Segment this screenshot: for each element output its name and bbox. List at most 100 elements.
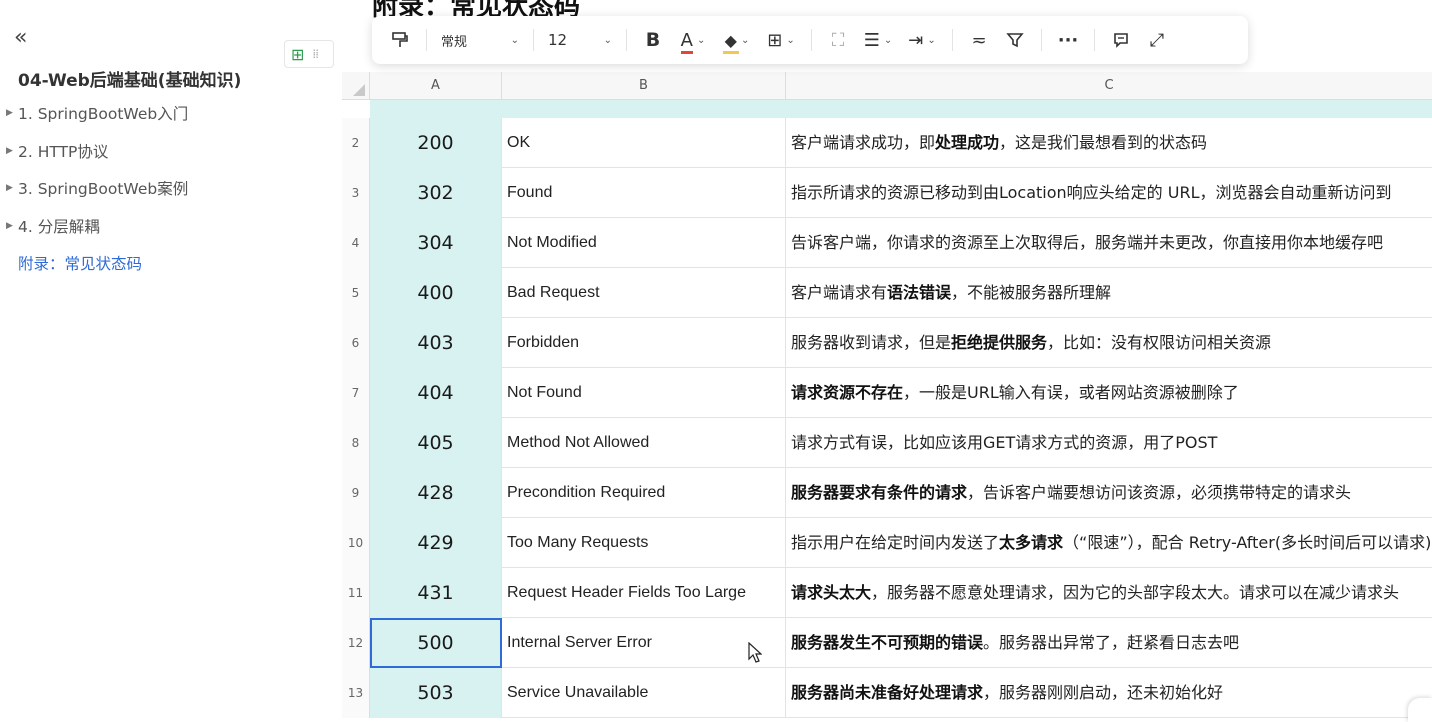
expand-arrow-icon[interactable]: ▶ [6, 146, 18, 156]
bold-icon: B [645, 29, 661, 51]
description-cell[interactable]: 服务器要求有条件的请求，告诉客户端要想访问该资源，必须携带特定的请求头 [786, 468, 1432, 518]
row-number[interactable]: 4 [342, 218, 370, 268]
column-header-b[interactable]: B [502, 72, 786, 100]
outline-item[interactable]: ▶ 2. HTTP协议 [6, 140, 108, 162]
description-cell[interactable]: 客户端请求成功，即处理成功，这是我们最想看到的状态码 [786, 118, 1432, 168]
collapse-sidebar-icon[interactable]: « [14, 26, 38, 50]
reason-phrase-cell[interactable]: Request Header Fields Too Large [502, 568, 786, 618]
table-row: 11 431 Request Header Fields Too Large 请求头太… [342, 568, 1432, 618]
vertical-align-button[interactable]: ⇥ ⌄ [900, 24, 944, 56]
border-button[interactable]: ⊞ ⌄ [759, 24, 803, 56]
reason-phrase-cell[interactable]: Too Many Requests [502, 518, 786, 568]
status-code-cell[interactable]: 503 [370, 668, 502, 718]
merge-cells-button[interactable]: ⛶ [820, 24, 856, 56]
status-code-cell[interactable]: 405 [370, 418, 502, 468]
table-row: 6 403 Forbidden 服务器收到请求，但是拒绝提供服务，比如：没有权限访问相… [342, 318, 1432, 368]
row-number[interactable]: 3 [342, 168, 370, 218]
description-cell[interactable]: 指示用户在给定时间内发送了太多请求（“限速”），配合 Retry-After(多… [786, 518, 1432, 568]
reason-phrase-cell[interactable]: Not Modified [502, 218, 786, 268]
status-code-cell[interactable]: 500 [370, 618, 502, 668]
font-size-select[interactable]: 12 ⌄ [542, 24, 618, 56]
expand-arrow-icon[interactable]: ▶ [6, 221, 18, 231]
wrap-text-button[interactable]: ≂ [961, 24, 997, 56]
description-cell[interactable]: 服务器发生不可预期的错误。服务器出异常了，赶紧看日志去吧 [786, 618, 1432, 668]
table-tool[interactable]: ⊞ ⁞⁞ [284, 40, 334, 68]
reason-phrase-cell[interactable]: Internal Server Error [502, 618, 786, 668]
description-cell[interactable]: 服务器尚未准备好处理请求，服务器刚刚启动，还未初始化好 [786, 668, 1432, 718]
row-number[interactable]: 7 [342, 368, 370, 418]
format-painter-icon[interactable] [382, 24, 418, 56]
reason-phrase-cell[interactable]: OK [502, 118, 786, 168]
row-number[interactable]: 12 [342, 618, 370, 668]
description-cell[interactable]: 告诉客户端，你请求的资源至上次取得后，服务端并未更改，你直接用你本地缓存吧 [786, 218, 1432, 268]
row-number[interactable]: 13 [342, 668, 370, 718]
table-icon[interactable]: ⊞ [291, 45, 304, 64]
description-cell[interactable]: 客户端请求有语法错误，不能被服务器所理解 [786, 268, 1432, 318]
status-code-cell[interactable]: 431 [370, 568, 502, 618]
reason-phrase-cell[interactable]: Service Unavailable [502, 668, 786, 718]
row-number[interactable]: 5 [342, 268, 370, 318]
row-number[interactable]: 6 [342, 318, 370, 368]
border-icon: ⊞ [767, 29, 783, 51]
column-header-c[interactable]: C [786, 72, 1432, 100]
filter-icon [1006, 33, 1024, 48]
status-code-cell[interactable]: 302 [370, 168, 502, 218]
description-cell[interactable]: 服务器收到请求，但是拒绝提供服务，比如：没有权限访问相关资源 [786, 318, 1432, 368]
reason-phrase-cell[interactable]: Forbidden [502, 318, 786, 368]
more-button[interactable]: ··· [1050, 24, 1086, 56]
column-header-a[interactable]: A [370, 72, 502, 100]
expand-arrow-icon[interactable]: ▶ [6, 108, 18, 118]
row-number[interactable]: 11 [342, 568, 370, 618]
reason-phrase-cell[interactable]: Precondition Required [502, 468, 786, 518]
row-number[interactable]: 8 [342, 418, 370, 468]
table-row: 5 400 Bad Request 客户端请求有语法错误，不能被服务器所理解 [342, 268, 1432, 318]
description-cell[interactable]: 请求方式有误，比如应该用GET请求方式的资源，用了POST [786, 418, 1432, 468]
table-row: 8 405 Method Not Allowed 请求方式有误，比如应该用GET请求方… [342, 418, 1432, 468]
font-color-button[interactable]: A ⌄ [671, 24, 715, 56]
fullscreen-icon: ⤢ [1149, 29, 1165, 51]
filter-button[interactable] [997, 24, 1033, 56]
chevron-down-icon: ⌄ [510, 34, 519, 46]
status-code-cell[interactable]: 304 [370, 218, 502, 268]
description-cell[interactable]: 请求头太大，服务器不愿意处理请求，因为它的头部字段太大。请求可以在减少请求头 [786, 568, 1432, 618]
status-code-cell[interactable]: 404 [370, 368, 502, 418]
status-code-cell[interactable]: 200 [370, 118, 502, 168]
status-code-cell[interactable]: 400 [370, 268, 502, 318]
row-number[interactable]: 9 [342, 468, 370, 518]
reason-phrase-cell[interactable]: Found [502, 168, 786, 218]
chevron-down-icon: ⌄ [603, 34, 612, 46]
fullscreen-button[interactable]: ⤢ [1139, 24, 1175, 56]
outline-item[interactable]: ▶ 3. SpringBootWeb案例 [6, 177, 188, 199]
outline-item[interactable]: ▶ 4. 分层解耦 [6, 215, 100, 237]
status-code-cell[interactable]: 403 [370, 318, 502, 368]
toolbar-divider [811, 29, 812, 51]
description-cell[interactable]: 请求资源不存在，一般是URL输入有误，或者网站资源被删除了 [786, 368, 1432, 418]
description-cell[interactable]: 指示所请求的资源已移动到由Location响应头给定的 URL，浏览器会自动重新… [786, 168, 1432, 218]
sidebar: « 04-Web后端基础(基础知识) ▶ 1. SpringBootWeb入门 ▶ 2… [0, 0, 340, 722]
table-row: 3 302 Found 指示所请求的资源已移动到由Location响应头给定的 URL… [342, 168, 1432, 218]
reason-phrase-cell[interactable]: Bad Request [502, 268, 786, 318]
toolbar-divider [952, 29, 953, 51]
align-button[interactable]: ☰ ⌄ [856, 24, 900, 56]
scroll-handle[interactable] [1408, 698, 1432, 722]
comment-button[interactable] [1103, 24, 1139, 56]
bold-button[interactable]: B [635, 24, 671, 56]
reason-phrase-cell[interactable]: Not Found [502, 368, 786, 418]
outline-item[interactable]: ▶ 1. SpringBootWeb入门 [6, 102, 188, 124]
more-icon: ··· [1057, 29, 1079, 51]
description-text: 指示用户在给定时间内发送了 [791, 533, 1000, 552]
drag-handle-icon[interactable]: ⁞⁞ [312, 47, 319, 61]
text-style-select[interactable]: 常规 ⌄ [435, 24, 525, 56]
status-code-cell[interactable]: 429 [370, 518, 502, 568]
reason-phrase-cell[interactable]: Method Not Allowed [502, 418, 786, 468]
row-number[interactable]: 10 [342, 518, 370, 568]
fill-color-button[interactable]: ◆ ⌄ [715, 24, 759, 56]
description-text: 客户端请求成功，即 [791, 133, 936, 152]
outline-item[interactable]: 附录：常见状态码 [18, 252, 142, 274]
select-all-corner[interactable] [342, 72, 370, 100]
expand-arrow-icon[interactable]: ▶ [6, 183, 18, 193]
toolbar-divider [1094, 29, 1095, 51]
status-code-cell[interactable]: 428 [370, 468, 502, 518]
row-number[interactable]: 2 [342, 118, 370, 168]
table-row: 12 500 Internal Server Error 服务器发生不可预期的错误。服… [342, 618, 1432, 668]
